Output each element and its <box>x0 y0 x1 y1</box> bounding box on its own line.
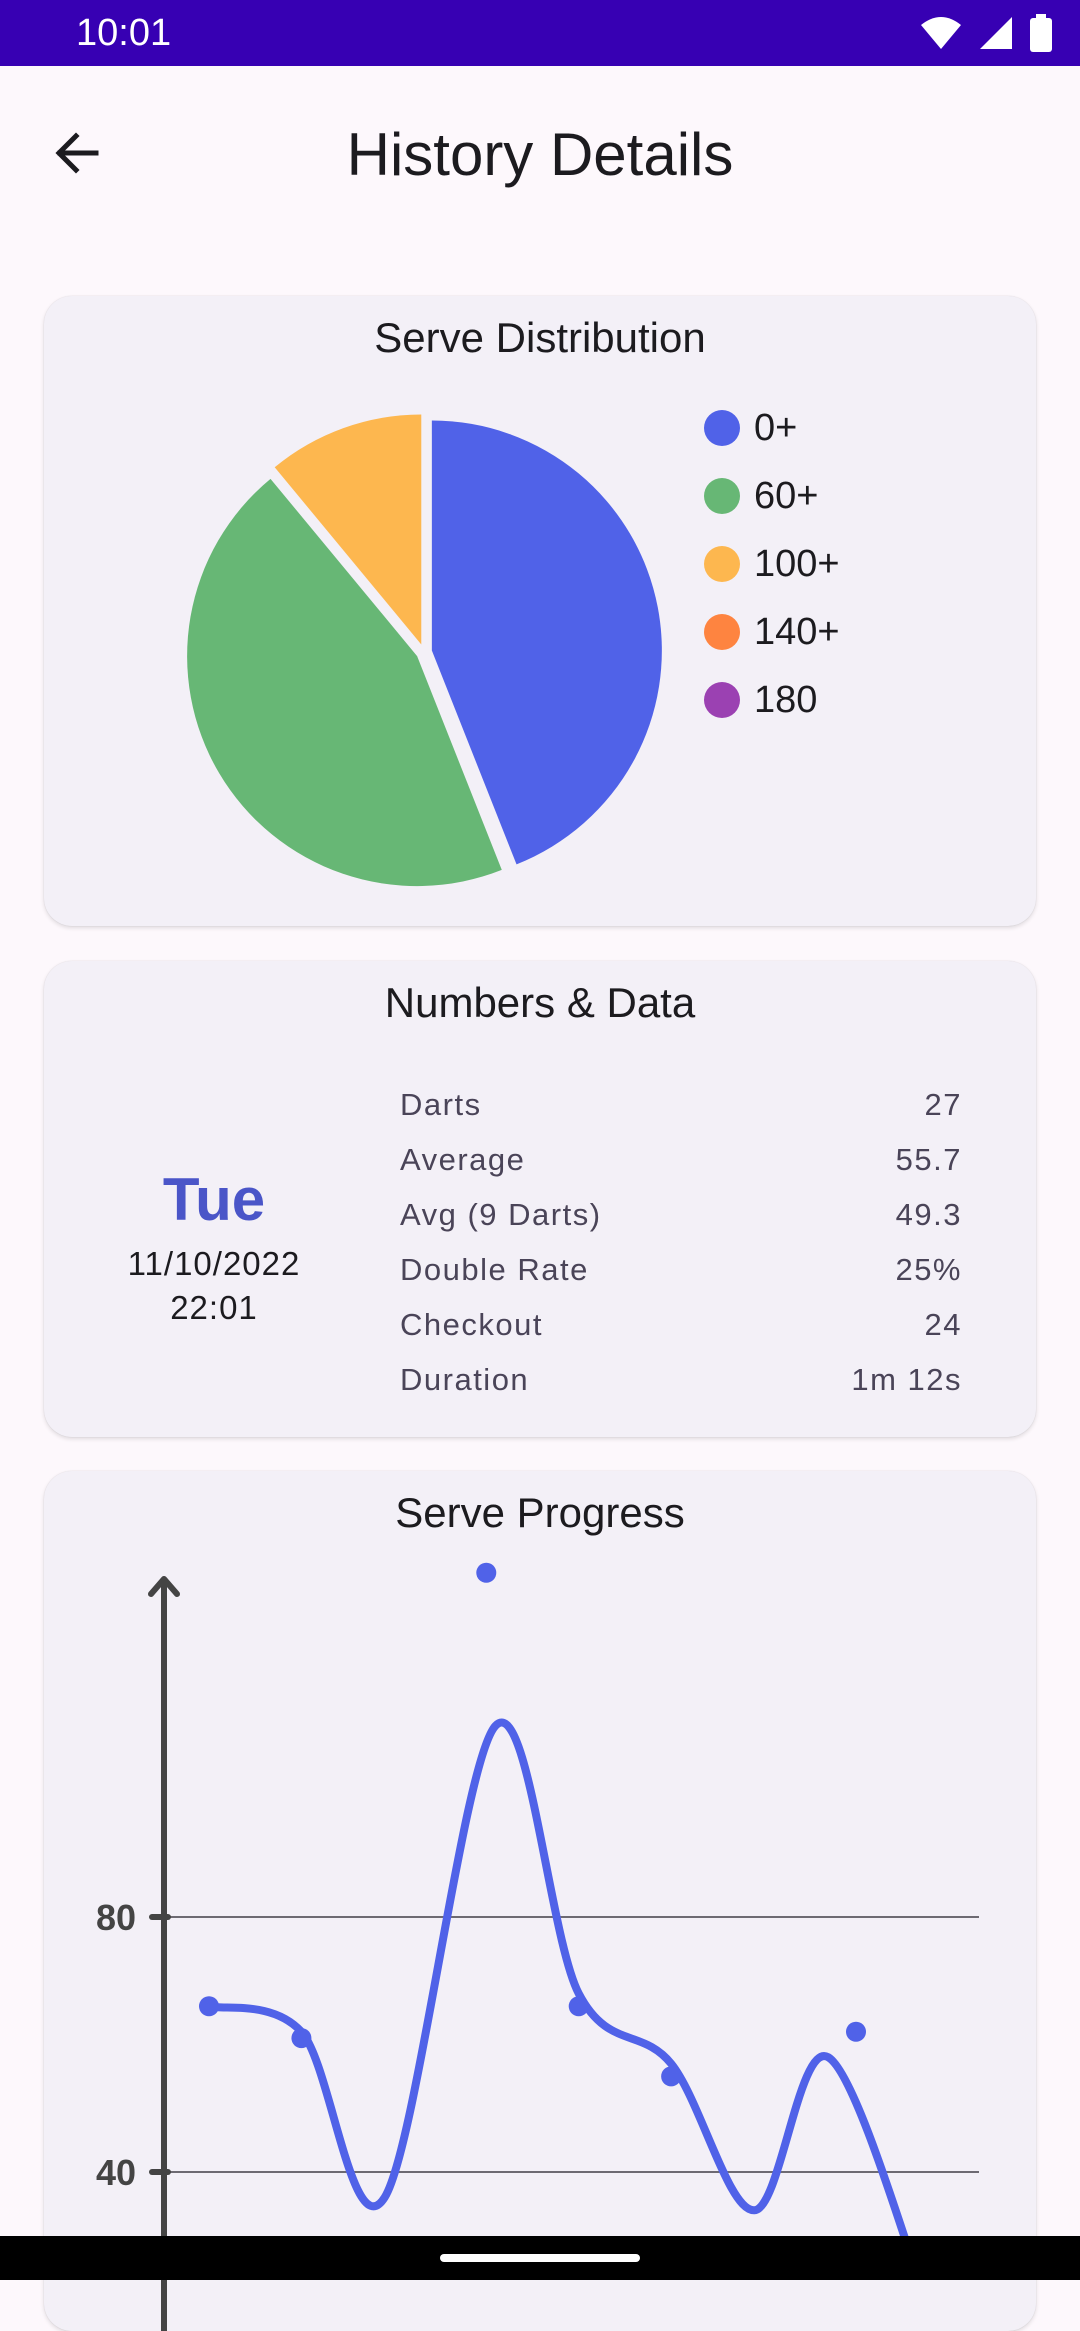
legend-label: 180 <box>754 678 818 721</box>
session-day: Tue <box>162 1166 266 1233</box>
data-point <box>568 1996 589 2017</box>
page-title: History Details <box>346 121 734 188</box>
stat-label: Average <box>400 1142 526 1177</box>
legend-item: 140+ <box>704 598 840 666</box>
stat-value: 24 <box>924 1307 962 1342</box>
serve-distribution-card: Serve Distribution 0+ 60+ 100+ 140+ 180 <box>44 296 1036 926</box>
session-date: 11/10/2022 <box>127 1245 301 1282</box>
legend-color-dot <box>704 682 740 718</box>
legend-item: 0+ <box>704 394 840 462</box>
numbers-data-card: Numbers & Data Tue 11/10/2022 22:01 Dart… <box>44 961 1036 1437</box>
y-tick-label: 80 <box>96 1897 136 1938</box>
data-point <box>291 2028 312 2049</box>
wifi-icon <box>921 17 961 49</box>
data-point <box>199 1996 219 2017</box>
legend-label: 60+ <box>754 474 819 517</box>
session-time: 22:01 <box>170 1289 258 1326</box>
legend-label: 0+ <box>754 406 798 449</box>
stat-value: 25% <box>895 1252 962 1287</box>
home-gesture-handle[interactable] <box>440 2254 640 2262</box>
stat-row: Darts 27 <box>400 1087 962 1142</box>
stats-list: Darts 27 Average 55.7 Avg (9 Darts) 49.3 Doubl… <box>400 1087 962 1417</box>
stat-row: Duration 1m 12s <box>400 1362 962 1417</box>
trend-line <box>205 1718 911 2241</box>
legend-item: 60+ <box>704 462 840 530</box>
stat-row: Checkout 24 <box>400 1307 962 1362</box>
data-point <box>476 1562 497 1583</box>
data-point <box>846 2021 866 2042</box>
stat-row: Double Rate 25% <box>400 1252 962 1307</box>
navigation-bar <box>0 2236 1080 2280</box>
serve-distribution-legend: 0+ 60+ 100+ 140+ 180 <box>704 394 840 734</box>
stat-value: 55.7 <box>895 1142 962 1177</box>
legend-item: 180 <box>704 666 840 734</box>
legend-color-dot <box>704 410 740 446</box>
stat-value: 1m 12s <box>851 1362 962 1397</box>
legend-label: 100+ <box>754 542 840 585</box>
status-bar: 10:01 <box>0 0 1080 66</box>
stat-label: Checkout <box>400 1307 543 1342</box>
legend-color-dot <box>704 546 740 582</box>
serve-distribution-pie-chart <box>187 414 662 887</box>
status-time: 10:01 <box>76 12 172 54</box>
data-point <box>661 2066 682 2087</box>
stat-value: 49.3 <box>895 1197 962 1232</box>
stat-value: 27 <box>924 1087 962 1122</box>
signal-icon <box>980 17 1012 49</box>
serve-progress-card: Serve Progress 40 80 <box>44 1471 1036 2331</box>
legend-item: 100+ <box>704 530 840 598</box>
stat-label: Double Rate <box>400 1252 589 1287</box>
status-icons <box>920 14 1052 52</box>
legend-color-dot <box>704 614 740 650</box>
stat-row: Avg (9 Darts) 49.3 <box>400 1197 962 1252</box>
numbers-data-title: Numbers & Data <box>384 979 696 1026</box>
stat-row: Average 55.7 <box>400 1142 962 1197</box>
legend-label: 140+ <box>754 610 840 653</box>
y-tick-label: 40 <box>96 2152 136 2193</box>
stat-label: Duration <box>400 1362 530 1397</box>
legend-color-dot <box>704 478 740 514</box>
stat-label: Darts <box>400 1087 482 1122</box>
battery-icon <box>1030 14 1052 52</box>
serve-progress-line-chart: 40 80 <box>96 1562 979 2331</box>
stat-label: Avg (9 Darts) <box>400 1197 602 1232</box>
app-bar: History Details <box>0 66 1080 246</box>
